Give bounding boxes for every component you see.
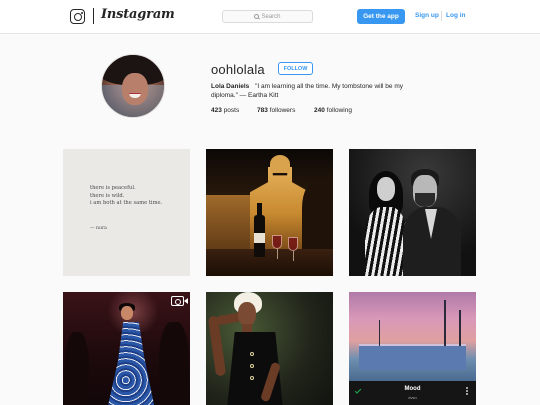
post-tile-portrait[interactable] — [206, 292, 333, 405]
song-title: Mood — [404, 386, 421, 392]
woman-face — [377, 177, 395, 201]
log-in-link[interactable]: Log in — [446, 12, 466, 19]
man-beard — [415, 193, 435, 207]
post-tile-flamenco-video[interactable] — [63, 292, 190, 405]
poem-line: there is peaceful. — [90, 185, 136, 191]
instagram-wordmark[interactable]: Instagram — [101, 7, 175, 22]
profile-username: oohlolala — [211, 62, 265, 77]
bottle-label — [254, 233, 265, 243]
top-nav: Instagram Search Get the app Sign up Log… — [0, 0, 540, 34]
striped-dress — [365, 207, 407, 276]
song-artist: dvsn — [408, 395, 417, 400]
cathedral-dome — [270, 155, 290, 173]
more-options-icon[interactable] — [466, 387, 468, 389]
followers-label: followers — [269, 107, 296, 114]
profile-full-name: Lola Daniels — [211, 83, 250, 90]
logo-divider — [93, 8, 94, 24]
street-pole — [444, 300, 446, 346]
posts-count: 423 — [211, 107, 222, 114]
followers-stat[interactable]: 783 followers — [257, 107, 295, 114]
street-pole — [379, 320, 380, 346]
dress-ring — [250, 352, 254, 356]
posts-label: posts — [223, 107, 240, 114]
tree-silhouette — [302, 179, 333, 251]
sign-up-link[interactable]: Sign up — [415, 12, 439, 19]
instagram-camera-icon[interactable] — [70, 9, 85, 24]
audience-silhouette — [65, 332, 89, 405]
glass-stem — [293, 251, 294, 261]
building-left — [206, 195, 254, 257]
get-the-app-button[interactable]: Get the app — [357, 9, 405, 24]
wine-glass — [272, 235, 282, 249]
player-bar — [349, 381, 476, 405]
poem-signature: — nura — [90, 226, 107, 231]
wine-glass — [288, 237, 298, 251]
post-tile-poem[interactable]: there is peaceful. there is wild. i am b… — [63, 149, 190, 276]
post-tile-music[interactable]: Mood dvsn — [349, 292, 476, 405]
poem-line: there is wild. — [90, 192, 125, 199]
search-placeholder: Search — [261, 13, 281, 20]
poem-text: there is peaceful. there is wild. i am b… — [90, 185, 162, 208]
search-input[interactable]: Search — [222, 10, 313, 23]
followers-count: 783 — [257, 107, 268, 114]
video-camera-icon — [171, 296, 188, 306]
dancer-head — [121, 306, 133, 320]
avatar-face — [122, 73, 148, 105]
follow-button[interactable]: FOLLOW — [278, 62, 313, 75]
street-pole — [459, 310, 461, 346]
album-art-wall — [359, 344, 466, 370]
dress-ring — [250, 376, 254, 380]
face — [238, 302, 256, 326]
glass-stem — [277, 249, 278, 259]
audience-silhouette — [159, 322, 189, 405]
profile-bio: Lola Daniels "I am learning all the time… — [211, 82, 416, 100]
posts-stat: 423 posts — [211, 107, 239, 114]
nav-separator — [441, 11, 442, 21]
search-icon — [254, 14, 260, 19]
following-label: following — [326, 107, 352, 114]
dress-ring — [250, 364, 254, 368]
following-stat[interactable]: 240 following — [314, 107, 352, 114]
following-count: 240 — [314, 107, 325, 114]
post-tile-cathedral-wine[interactable] — [206, 149, 333, 276]
poem-line: i am both at the same time. — [90, 200, 163, 206]
table — [206, 249, 333, 276]
post-tile-couple[interactable] — [349, 149, 476, 276]
profile-avatar[interactable] — [101, 54, 165, 118]
